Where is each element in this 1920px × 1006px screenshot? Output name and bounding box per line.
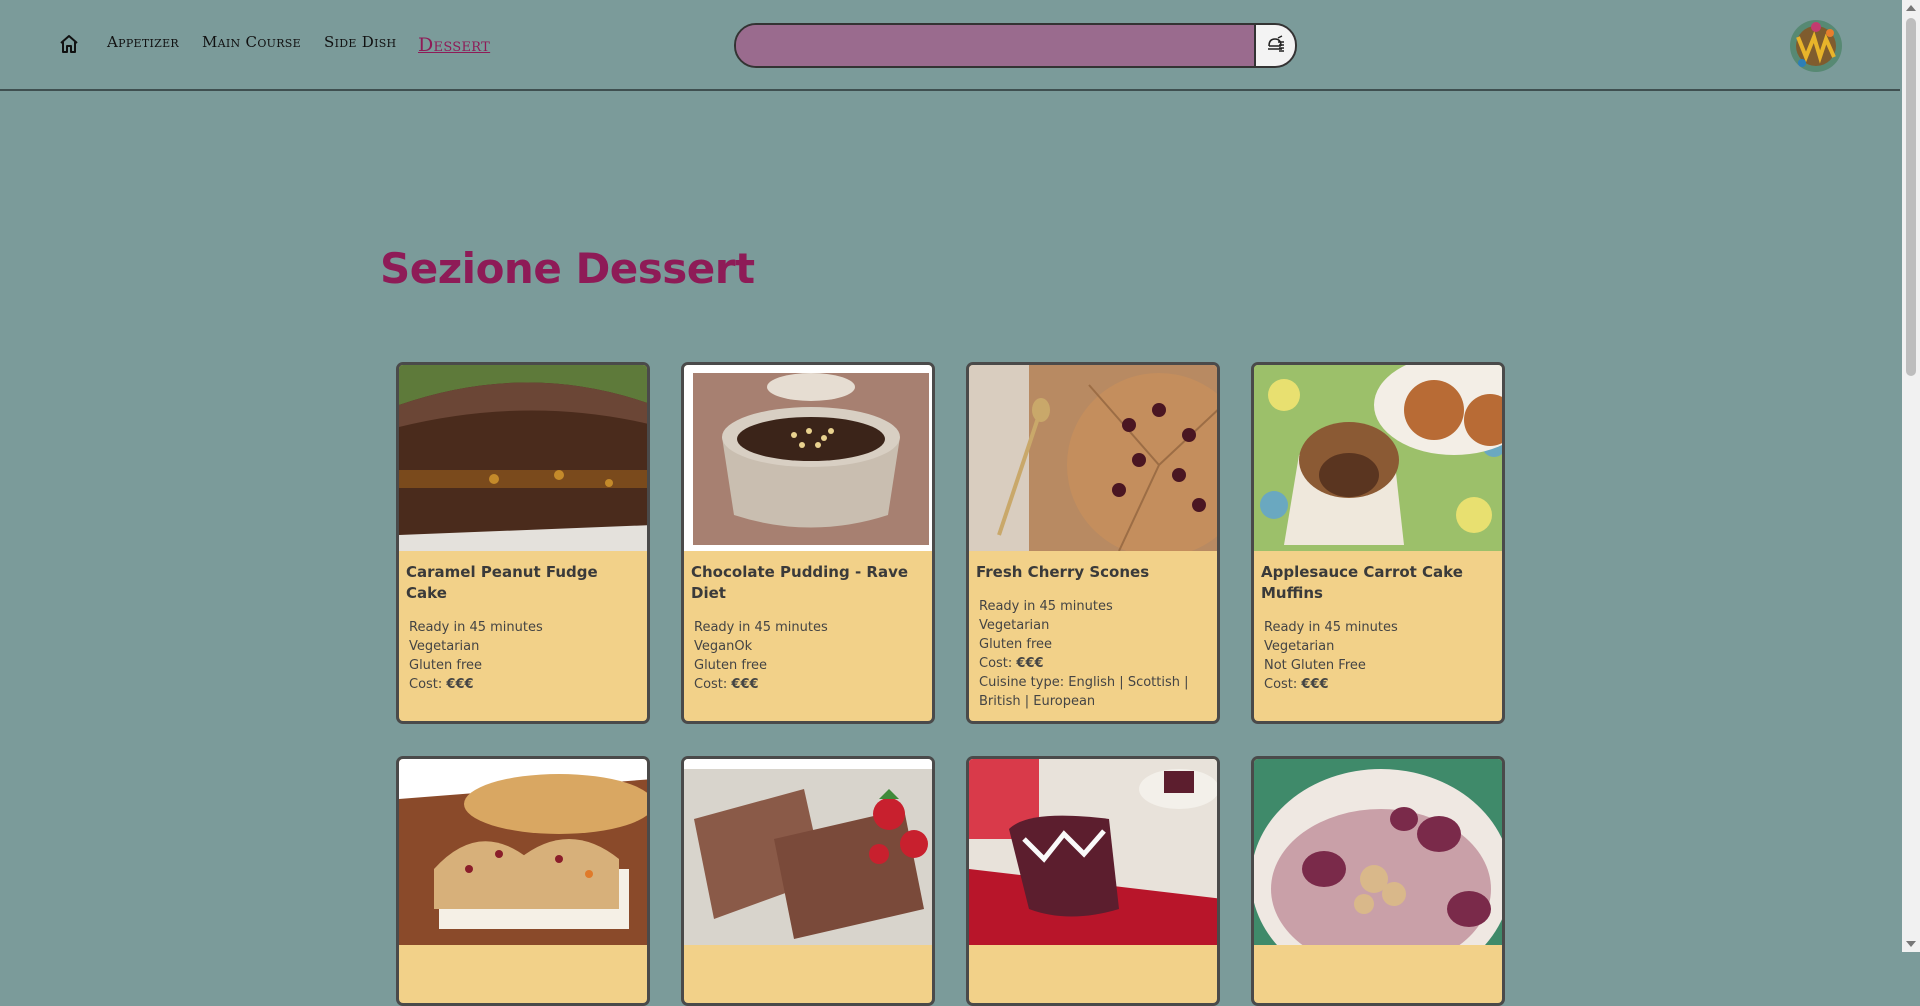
recipe-title[interactable]: Applesauce Carrot Cake Muffins [1261, 562, 1495, 604]
cost-line: Cost: €€€ [409, 675, 640, 694]
recipe-image [1254, 759, 1502, 945]
cost-value: €€€ [1016, 656, 1044, 671]
recipe-image [399, 759, 647, 945]
nav-link-main-course[interactable]: Main Course [202, 33, 301, 51]
cost-label: Cost: [1264, 677, 1302, 692]
recipe-card[interactable] [1251, 756, 1505, 1006]
brand-logo-icon[interactable] [1786, 17, 1846, 75]
scroll-thumb[interactable] [1906, 18, 1916, 376]
recipe-card[interactable]: Caramel Peanut Fudge Cake Ready in 45 mi… [396, 362, 650, 724]
recipe-card[interactable]: Applesauce Carrot Cake Muffins Ready in … [1251, 362, 1505, 724]
recipe-card[interactable] [966, 756, 1220, 1006]
cost-value: €€€ [731, 677, 759, 692]
recipe-title[interactable]: Caramel Peanut Fudge Cake [406, 562, 640, 604]
cost-label: Cost: [694, 677, 732, 692]
page-scrollbar[interactable] [1902, 0, 1920, 952]
top-navbar: Appetizer Main Course Side Dish Dessert [0, 0, 1900, 91]
recipe-image [1254, 365, 1502, 551]
scroll-up-arrow-icon[interactable] [1906, 5, 1916, 11]
recipe-title[interactable]: Fresh Cherry Scones [976, 562, 1210, 583]
cuisine-type: Cuisine type: English | Scottish | Briti… [979, 675, 1189, 709]
recipe-image [684, 365, 932, 551]
recipe-image [969, 365, 1217, 551]
diet-label: VeganOk [694, 639, 753, 654]
home-icon[interactable] [58, 33, 80, 55]
diet-label: Vegetarian [1264, 639, 1335, 654]
recipe-card[interactable]: Fresh Cherry Scones Ready in 45 minutes … [966, 362, 1220, 724]
ready-time: Ready in 45 minutes [1264, 620, 1398, 635]
ready-time: Ready in 45 minutes [694, 620, 828, 635]
recipe-image [969, 759, 1217, 945]
cost-line: Cost: €€€ [694, 675, 925, 694]
cost-label: Cost: [979, 656, 1017, 671]
nav-link-side-dish[interactable]: Side Dish [324, 33, 396, 51]
diet-label: Vegetarian [409, 639, 480, 654]
section-title: Sezione Dessert [380, 244, 755, 293]
ready-time: Ready in 45 minutes [409, 620, 543, 635]
cost-value: €€€ [1301, 677, 1329, 692]
cost-value: €€€ [446, 677, 474, 692]
cost-label: Cost: [409, 677, 447, 692]
gluten-label: Gluten free [979, 637, 1053, 652]
search-button[interactable] [1254, 25, 1295, 66]
recipe-image [399, 365, 647, 551]
nav-link-appetizer[interactable]: Appetizer [107, 33, 179, 51]
gluten-label: Gluten free [694, 658, 768, 673]
ready-time: Ready in 45 minutes [979, 599, 1113, 614]
recipe-card[interactable] [396, 756, 650, 1006]
recipe-search-icon [1265, 33, 1287, 59]
nav-link-dessert[interactable]: Dessert [418, 34, 490, 56]
cost-line: Cost: €€€ [1264, 675, 1495, 694]
scroll-down-arrow-icon[interactable] [1906, 941, 1916, 947]
diet-label: Vegetarian [979, 618, 1050, 633]
recipe-card[interactable] [681, 756, 935, 1006]
gluten-label: Gluten free [409, 658, 483, 673]
search-input[interactable] [736, 25, 1256, 66]
gluten-label: Not Gluten Free [1264, 658, 1366, 673]
recipe-card[interactable]: Chocolate Pudding - Rave Diet Ready in 4… [681, 362, 935, 724]
recipe-image [684, 759, 932, 945]
cost-line: Cost: €€€ [979, 654, 1210, 673]
recipe-title[interactable]: Chocolate Pudding - Rave Diet [691, 562, 925, 604]
search-bar [734, 23, 1297, 68]
